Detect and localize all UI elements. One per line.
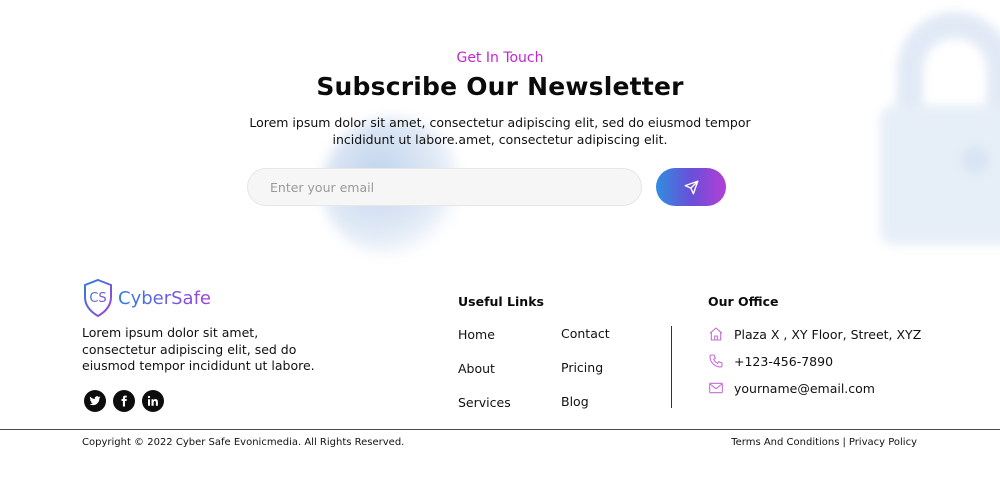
newsletter-description: Lorem ipsum dolor sit amet, consectetur …: [249, 115, 751, 147]
shield-logo-icon: CS: [84, 278, 112, 318]
twitter-button[interactable]: [84, 390, 106, 412]
brand-description: Lorem ipsum dolor sit amet, consectetur …: [82, 325, 315, 373]
facebook-icon: [121, 395, 127, 407]
office-address: Plaza X , XY Floor, Street, XYZ: [708, 326, 921, 342]
footer-link-home[interactable]: Home: [458, 327, 495, 342]
column-divider: [671, 326, 672, 408]
mail-icon: [709, 382, 723, 394]
office-address-text: Plaza X , XY Floor, Street, XYZ: [734, 326, 922, 342]
footer-link-about[interactable]: About: [458, 361, 495, 376]
footer-divider: [0, 429, 1000, 430]
footer-link-pricing[interactable]: Pricing: [561, 360, 603, 375]
linkedin-icon: [147, 395, 158, 406]
twitter-icon: [89, 396, 101, 406]
section-eyebrow: Get In Touch: [456, 50, 544, 66]
office-email-text: yourname@email.com: [734, 380, 875, 396]
linkedin-button[interactable]: [142, 390, 164, 412]
subscribe-button[interactable]: [656, 168, 726, 206]
legal-separator: |: [842, 437, 846, 448]
office-phone-text: +123-456-7890: [734, 353, 834, 369]
brand-name: CyberSafe: [118, 287, 211, 309]
office-email[interactable]: yourname@email.com: [708, 380, 875, 396]
office-phone[interactable]: +123-456-7890: [708, 353, 833, 369]
logo-letters: CS: [89, 291, 106, 306]
footer-link-contact[interactable]: Contact: [561, 326, 610, 341]
footer-link-services[interactable]: Services: [458, 395, 511, 410]
send-icon: [684, 180, 698, 194]
privacy-link[interactable]: Privacy Policy: [849, 437, 917, 448]
phone-icon: [709, 354, 723, 368]
home-icon: [709, 327, 723, 341]
useful-links-title: Useful Links: [458, 294, 544, 309]
padlock-background-graphic: [880, 12, 1000, 245]
office-title: Our Office: [708, 294, 779, 309]
terms-link[interactable]: Terms And Conditions: [731, 437, 839, 448]
copyright-text: Copyright © 2022 Cyber Safe Evonicmedia.…: [82, 437, 405, 448]
facebook-button[interactable]: [113, 390, 135, 412]
social-links: [84, 390, 164, 412]
brand-logo[interactable]: CS CyberSafe: [82, 278, 211, 318]
email-input[interactable]: [247, 168, 642, 206]
legal-links: Terms And Conditions | Privacy Policy: [731, 437, 917, 448]
newsletter-title: Subscribe Our Newsletter: [316, 72, 684, 101]
footer-link-blog[interactable]: Blog: [561, 394, 589, 409]
